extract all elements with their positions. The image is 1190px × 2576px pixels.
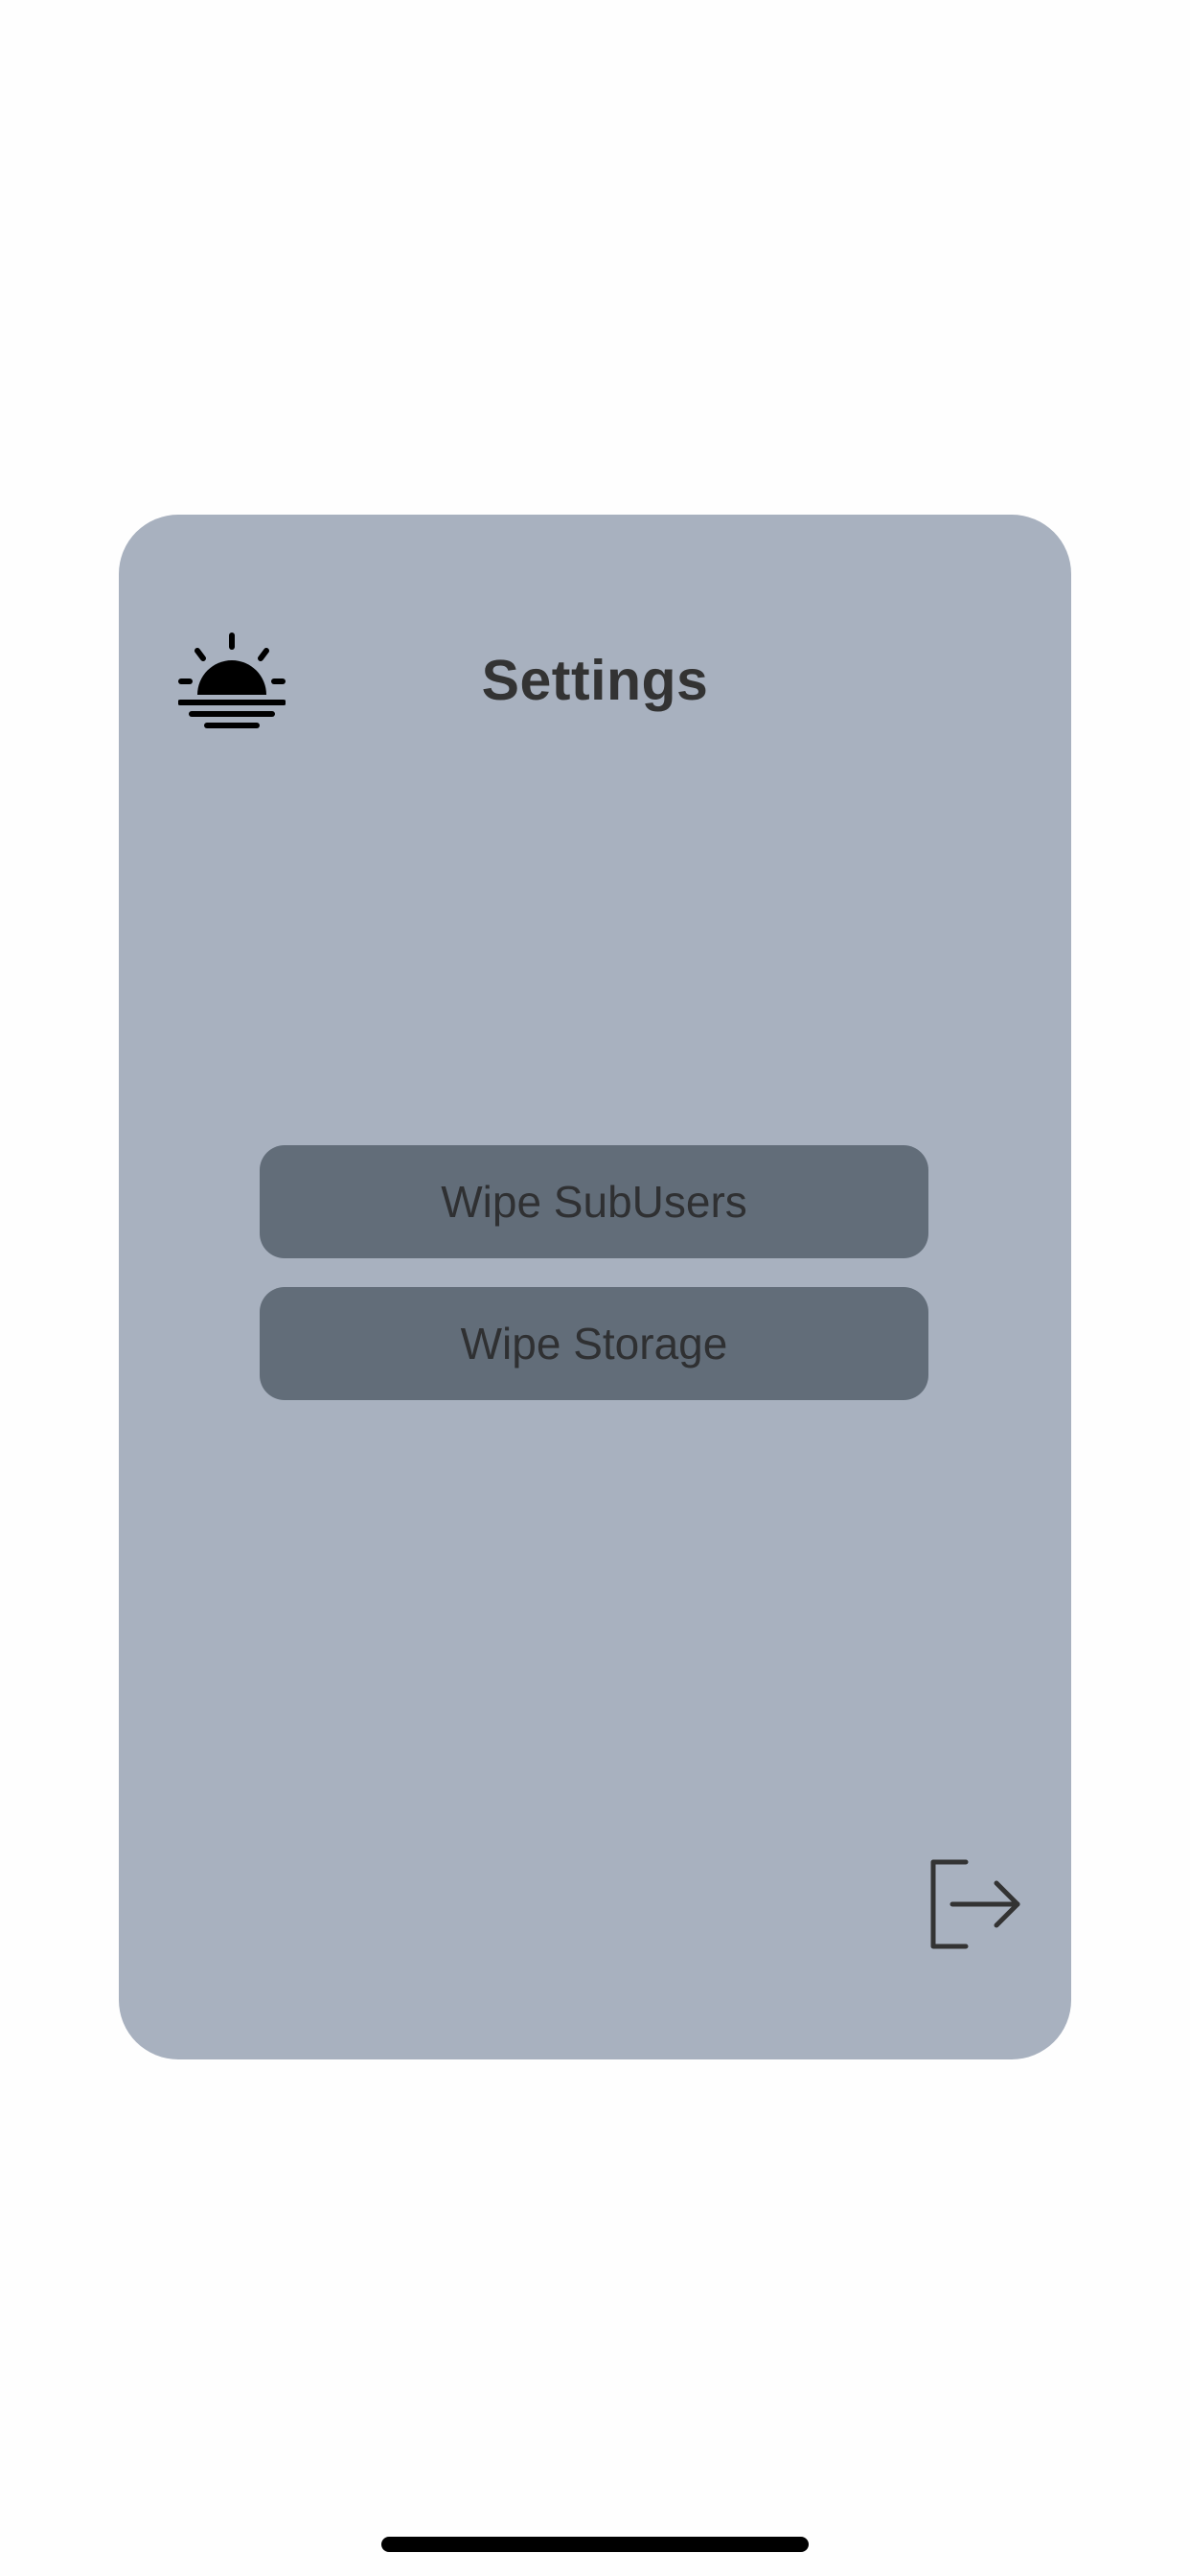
wipe-subusers-button[interactable]: Wipe SubUsers: [260, 1145, 928, 1258]
page-title: Settings: [481, 649, 709, 712]
settings-card: Settings Wipe SubUsers Wipe Storage: [119, 515, 1071, 2059]
settings-screen: Settings Wipe SubUsers Wipe Storage: [0, 0, 1190, 2576]
wipe-storage-button[interactable]: Wipe Storage: [260, 1287, 928, 1400]
logout-icon[interactable]: [922, 1849, 1029, 1956]
home-indicator[interactable]: [381, 2537, 809, 2552]
